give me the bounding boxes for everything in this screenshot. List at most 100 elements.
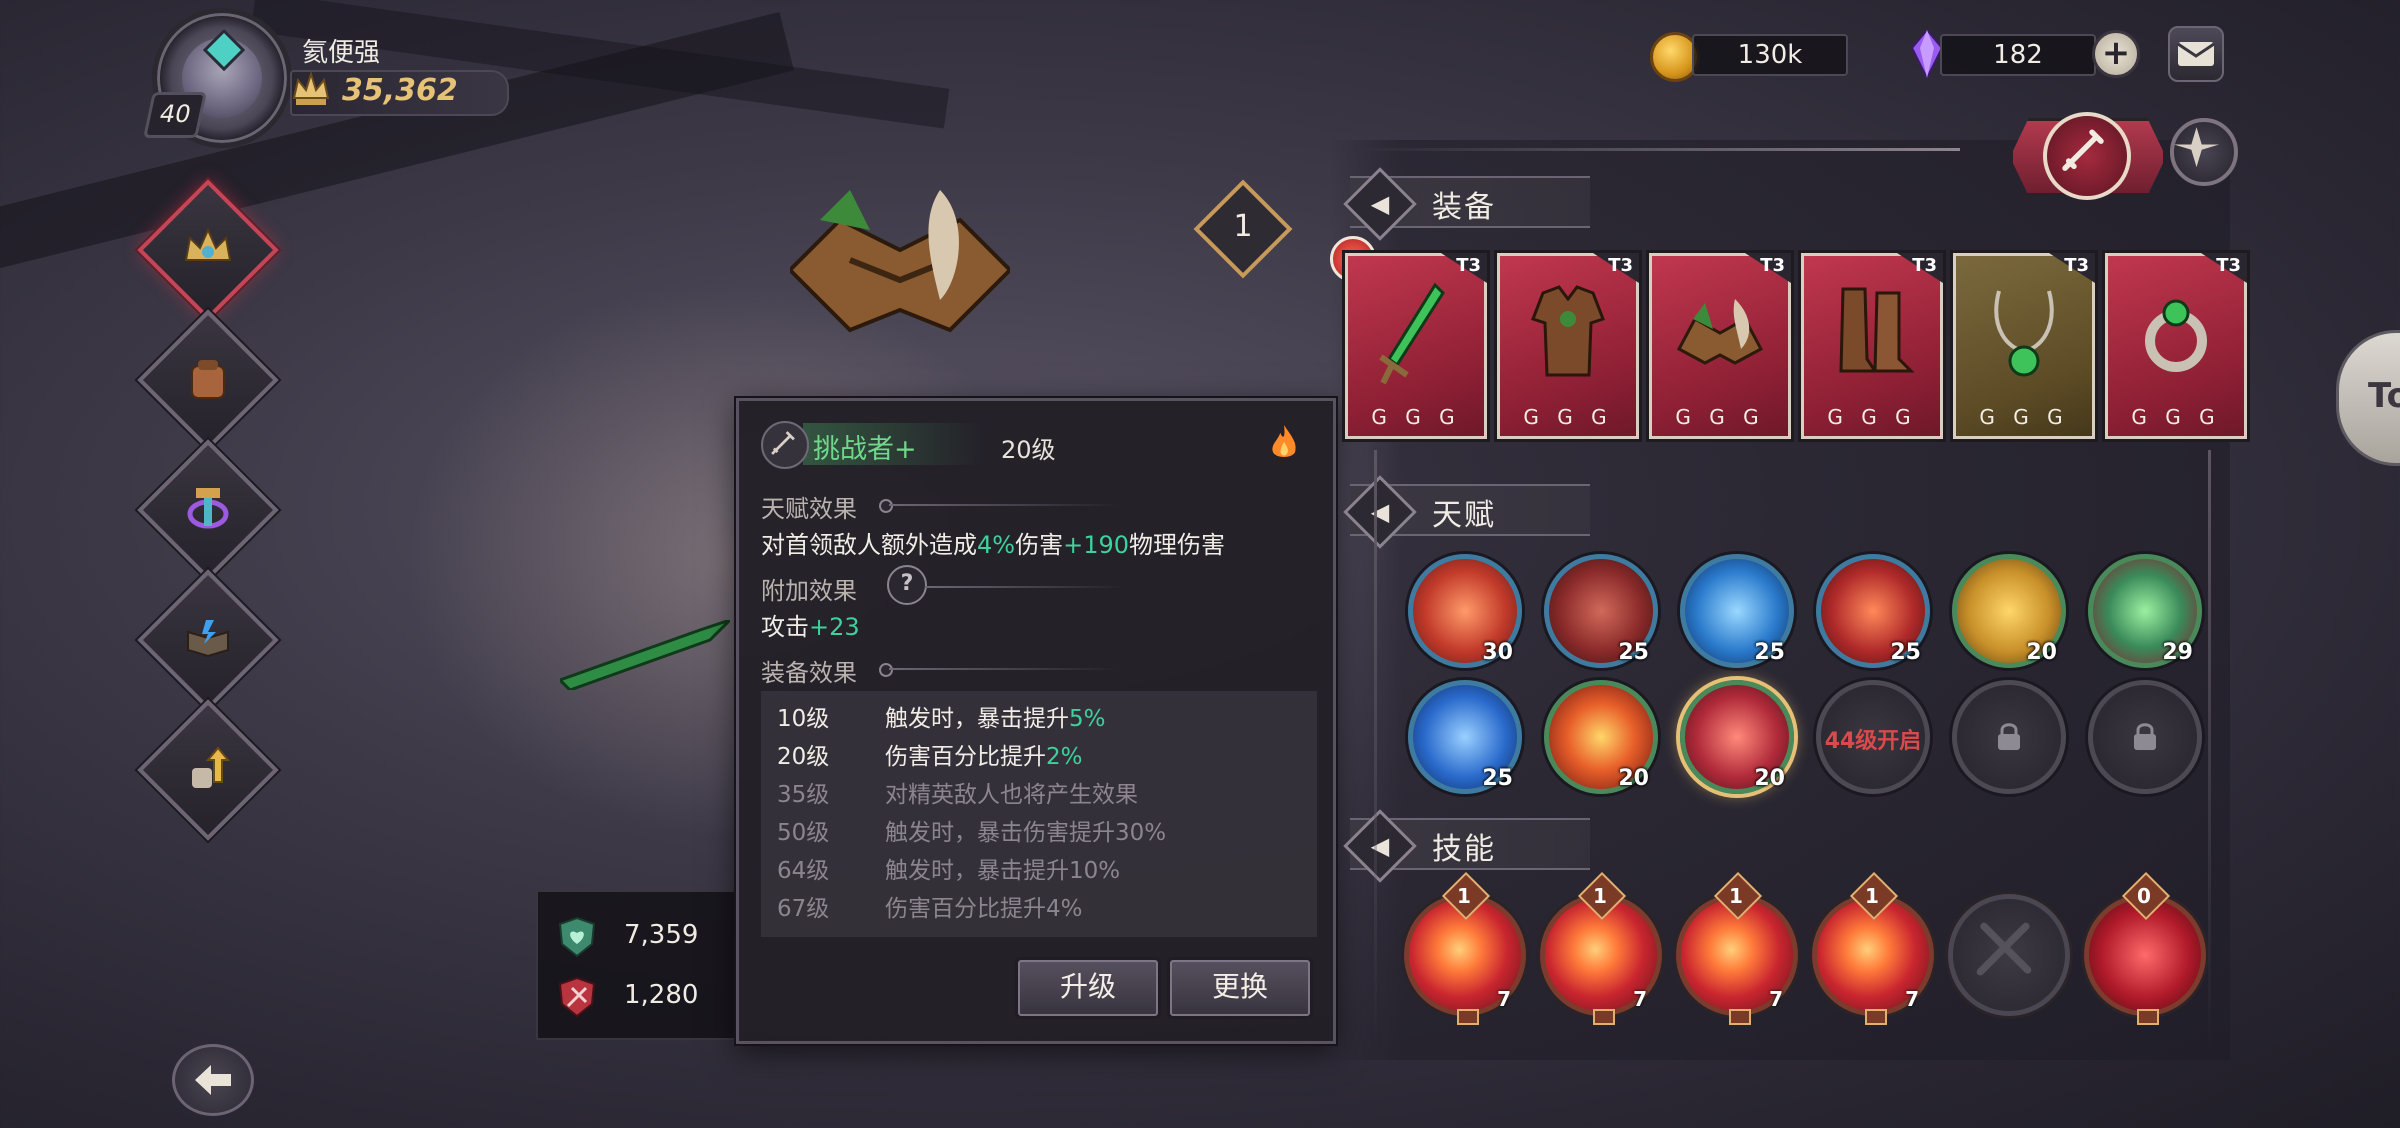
star-pips: G G G (2131, 405, 2221, 429)
player-level-badge: 40 (143, 92, 207, 138)
talent-title: 天赋 (1432, 498, 1496, 533)
skill-title: 技能 (1432, 832, 1496, 867)
attack-shield-icon (558, 976, 596, 1018)
talent-slot[interactable]: 30 (1408, 554, 1522, 668)
hp-value: 7,359 (624, 920, 699, 950)
attack-value: 1,280 (624, 980, 699, 1010)
bonus-effect-text: 攻击+23 (761, 613, 860, 641)
collapse-arrow-icon: ◀ (1370, 498, 1390, 526)
hero-count: 1 (1233, 209, 1253, 244)
skill-slot-empty[interactable] (1948, 894, 2070, 1016)
nav-forge[interactable] (137, 439, 279, 581)
back-button[interactable] (172, 1044, 254, 1116)
sword-icon (2062, 129, 2104, 171)
talent-unlock-text: 44级开启 (1824, 729, 1922, 754)
talent-slot-locked[interactable]: 44级开启 (1816, 680, 1930, 794)
necklace-icon (1994, 290, 2054, 377)
talent-slot-selected[interactable]: 20 (1680, 680, 1794, 794)
tooltip-header: 挑战者+ 20级 (753, 417, 1315, 469)
nav-skills-book[interactable] (137, 569, 279, 711)
bonus-effect-title: 附加效果 (761, 577, 857, 605)
player-name: 氦便强 (302, 38, 381, 68)
green-sword-icon (1379, 282, 1445, 385)
mail-button[interactable] (2168, 26, 2224, 82)
star-pips: G G G (1523, 405, 1613, 429)
talent-effect-title: 天赋效果 (761, 495, 857, 523)
upgrade-arrow-icon (192, 746, 231, 788)
talent-slot[interactable]: 20 (1952, 554, 2066, 668)
feathered-hat-icon (1676, 299, 1764, 365)
help-icon[interactable]: ? (887, 565, 927, 605)
crown-helmet-icon (184, 227, 232, 261)
star-pips: G G G (1827, 405, 1917, 429)
equipment-title: 装备 (1432, 190, 1496, 225)
ring-icon (2145, 299, 2207, 372)
fire-element-icon (1269, 423, 1299, 469)
skill-slot[interactable]: 1 7 (1676, 871, 1798, 1025)
equip-effect-table: 10级 触发时，暴击提升5% 20级 伤害百分比提升2% 35级 对精英敌人也将产生效… (761, 691, 1317, 937)
sword-slot-icon (761, 421, 809, 469)
replace-button[interactable]: 更换 (1167, 957, 1313, 1019)
talent-slot-locked[interactable] (1952, 680, 2066, 794)
add-gems-button[interactable]: + (2092, 30, 2140, 78)
gold-value: 130k (1737, 40, 1803, 70)
compass-button[interactable] (2170, 118, 2238, 186)
health-shield-icon (558, 916, 596, 958)
upgrade-button[interactable]: 升级 (1015, 957, 1161, 1019)
collapse-arrow-icon: ◀ (1370, 190, 1390, 218)
panel-divider (2208, 450, 2211, 1050)
crossed-swords-icon (1976, 922, 2032, 976)
talent-slot[interactable]: 25 (1680, 554, 1794, 668)
side-edge-label: To (2368, 376, 2400, 416)
star-pips: G G G (1979, 405, 2069, 429)
purple-gem-icon (1912, 30, 1942, 78)
power-value: 35,362 (342, 73, 458, 108)
gem-display: 182 (1940, 34, 2096, 76)
skill-slot[interactable]: 1 7 (1540, 871, 1662, 1025)
talent-effect-text: 对首领敌人额外造成4%伤害+190物理伤害 (761, 531, 1225, 559)
collapse-arrow-icon: ◀ (1370, 832, 1390, 860)
skill-slot[interactable]: 1 7 (1812, 871, 1934, 1025)
back-arrow-icon (195, 1065, 231, 1095)
power-crown-icon (292, 70, 330, 105)
skill-slot[interactable]: 0 (2084, 871, 2206, 1025)
leather-armor-icon (1531, 285, 1605, 377)
talent-slot[interactable]: 25 (1816, 554, 1930, 668)
nav-upgrade[interactable] (137, 699, 279, 841)
equip-slot-ring[interactable]: T3 G G G (2102, 250, 2250, 442)
star-pips: G G G (1371, 405, 1461, 429)
hero-hat-illustration (790, 190, 1010, 333)
star-pips: G G G (1675, 405, 1765, 429)
item-name: 挑战者+ (813, 434, 917, 465)
talent-slot[interactable]: 25 (1408, 680, 1522, 794)
stats-panel: 7,359 1,280 (536, 890, 740, 1040)
nav-bag[interactable] (137, 309, 279, 451)
equip-effect-title: 装备效果 (761, 659, 857, 687)
compass-icon (2174, 127, 2220, 168)
talent-slot[interactable]: 20 (1544, 680, 1658, 794)
spellbook-icon (187, 620, 229, 658)
equipment-tooltip: 挑战者+ 20级 天赋效果 对首领敌人额外造成4%伤害+190物理伤害 附加效果… (736, 398, 1336, 1044)
mail-icon (2177, 42, 2215, 66)
magic-hammer-icon (187, 488, 229, 529)
equip-slot-boots[interactable]: T3 G G G (1798, 250, 1946, 442)
weapon-tab-emblem (2043, 112, 2131, 200)
lock-icon (2134, 723, 2156, 750)
talent-slot[interactable]: 29 (2088, 554, 2202, 668)
player-level: 40 (156, 100, 194, 128)
skill-slot[interactable]: 1 7 (1404, 871, 1526, 1025)
talent-slot-locked[interactable] (2088, 680, 2202, 794)
equip-slot-armor[interactable]: T3 G G G (1494, 250, 1642, 442)
equip-slot-sword[interactable]: T3 G G G (1342, 250, 1490, 442)
talent-slot[interactable]: 25 (1544, 554, 1658, 668)
top-divider (1360, 148, 1960, 151)
gem-value: 182 (1993, 40, 2043, 70)
backpack-icon (191, 360, 225, 399)
equip-slot-necklace[interactable]: T3 G G G (1950, 250, 2098, 442)
gold-display: 130k (1692, 34, 1848, 76)
item-level: 20级 (1001, 436, 1056, 464)
hero-sword-illustration (560, 620, 730, 690)
panel-divider (1374, 450, 1377, 1050)
equip-slot-hat[interactable]: T3 G G G (1646, 250, 1794, 442)
boots-icon (1839, 287, 1915, 373)
